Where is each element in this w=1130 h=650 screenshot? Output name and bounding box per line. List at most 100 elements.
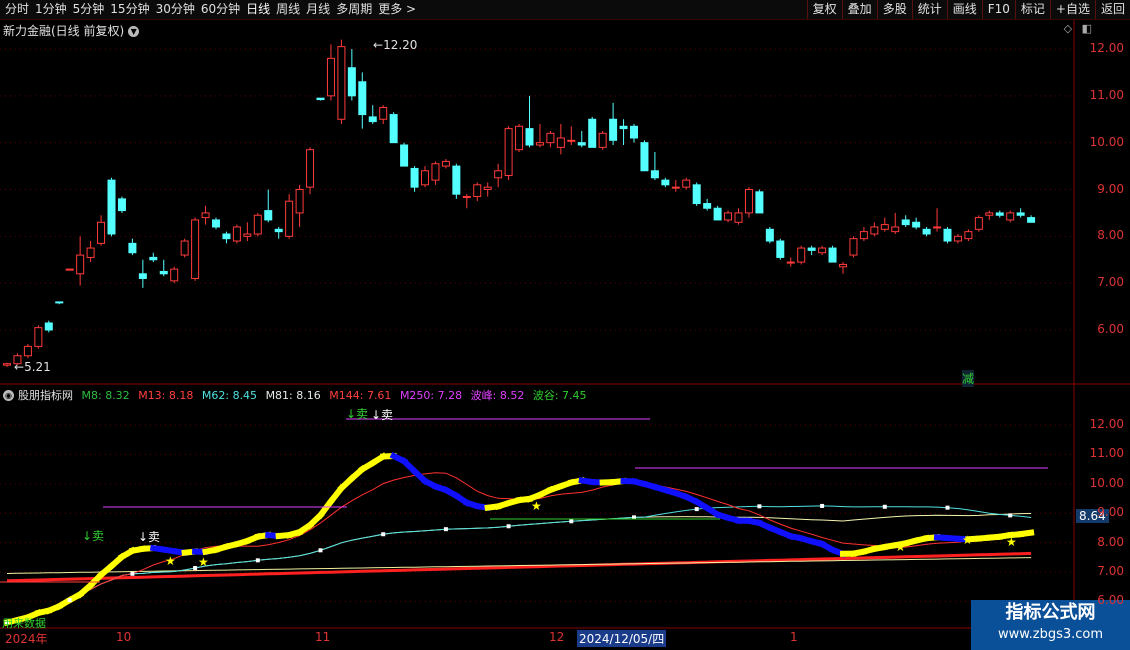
candle-body bbox=[452, 165, 461, 195]
candle-body bbox=[661, 179, 670, 186]
candle-body bbox=[494, 170, 503, 179]
kline-chart[interactable]: ★ ★ ★ ★ ★ ★ bbox=[0, 0, 1130, 650]
candle-body bbox=[619, 125, 628, 130]
candle-body bbox=[180, 240, 189, 256]
candle-body bbox=[870, 226, 879, 235]
candle-body bbox=[379, 107, 388, 120]
ma62-marker bbox=[569, 519, 574, 524]
buy-star-icon: ★ bbox=[895, 540, 906, 554]
candle-body bbox=[692, 184, 701, 205]
candle-body bbox=[326, 57, 335, 97]
candle-body bbox=[880, 224, 889, 230]
date-label-oct: 10 bbox=[116, 630, 132, 644]
ma62-marker bbox=[1008, 513, 1013, 518]
bottom-note: 用来数据 bbox=[2, 617, 46, 630]
legend-m144: M144: 7.61 bbox=[329, 389, 392, 402]
candle-body bbox=[713, 207, 722, 221]
price-tick-label: 10.00 bbox=[1089, 134, 1124, 149]
ma62-marker bbox=[882, 504, 887, 509]
candle-body bbox=[765, 228, 774, 242]
candle-body bbox=[943, 228, 952, 242]
price-tick-label: 7.00 bbox=[1097, 275, 1124, 290]
candle-body bbox=[786, 261, 795, 264]
candle-body bbox=[630, 125, 638, 139]
candle-body bbox=[107, 179, 116, 235]
ma62-marker bbox=[67, 598, 72, 603]
candle-body bbox=[34, 327, 43, 347]
candle-body bbox=[891, 226, 900, 233]
candle-body bbox=[389, 114, 398, 144]
ma62-marker bbox=[443, 527, 448, 532]
candle-body bbox=[588, 118, 597, 148]
ma62-marker bbox=[757, 504, 762, 509]
candle-body bbox=[306, 149, 315, 188]
settings-icon[interactable]: ◉ bbox=[3, 390, 14, 401]
candle-body bbox=[86, 247, 95, 258]
candle-body bbox=[117, 198, 126, 212]
price-tick-label: 9.00 bbox=[1097, 505, 1124, 520]
candle-body bbox=[253, 214, 262, 235]
legend-m13: M13: 8.18 bbox=[138, 389, 194, 402]
candle-body bbox=[285, 200, 294, 237]
candle-body bbox=[577, 142, 586, 146]
candle-body bbox=[1027, 217, 1036, 223]
candle-body bbox=[400, 144, 409, 167]
candle-body bbox=[410, 167, 419, 188]
buy-star-icon: ★ bbox=[165, 554, 176, 568]
candle-body bbox=[744, 189, 753, 214]
candle-body bbox=[441, 160, 450, 167]
legend-m250: M250: 7.28 bbox=[399, 389, 463, 402]
candle-body bbox=[964, 231, 973, 240]
price-tick-label: 11.00 bbox=[1089, 87, 1124, 102]
date-label-nov: 11 bbox=[315, 630, 331, 644]
high-price-value: 12.20 bbox=[383, 38, 418, 52]
ma250-line bbox=[6, 557, 1032, 574]
sell-signal-3: ↓卖 bbox=[82, 529, 105, 543]
candle-body bbox=[912, 221, 921, 228]
window-icon[interactable]: ◧ bbox=[1082, 22, 1092, 35]
price-tick-label: 9.00 bbox=[1097, 181, 1124, 196]
high-price-label: ←12.20 bbox=[373, 38, 418, 52]
candle-body bbox=[640, 142, 649, 172]
candle-body bbox=[201, 212, 210, 219]
candle-body bbox=[650, 170, 659, 179]
candle-body bbox=[97, 221, 106, 244]
candle-body bbox=[682, 179, 691, 188]
candle-body bbox=[55, 301, 64, 304]
candle-body bbox=[23, 345, 32, 357]
main-chart-title: 新力金融(日线 前复权) ▼ bbox=[3, 22, 140, 39]
indicator-name[interactable]: 股朋指标网 bbox=[18, 389, 73, 402]
candle-body bbox=[295, 189, 304, 214]
candle-body bbox=[901, 219, 910, 226]
candle-body bbox=[149, 256, 158, 261]
candle-body bbox=[818, 247, 827, 254]
legend-trough: 波谷: 7.45 bbox=[532, 389, 587, 402]
legend-m81: M81: 8.16 bbox=[265, 389, 321, 402]
sell-signal-4: ↓卖 bbox=[138, 530, 161, 544]
candle-body bbox=[985, 212, 994, 216]
stock-title[interactable]: 新力金融(日线 前复权) bbox=[3, 24, 124, 38]
low-price-value: 5.21 bbox=[24, 360, 51, 374]
price-tick-label: 11.00 bbox=[1089, 446, 1124, 461]
date-label-2024: 2024年 bbox=[5, 632, 48, 646]
candle-body bbox=[222, 233, 231, 240]
sell-signal-2: ↓卖 bbox=[371, 408, 394, 422]
candle-body bbox=[807, 247, 816, 251]
diamond-icon[interactable]: ◇ bbox=[1064, 22, 1072, 35]
candle-body bbox=[504, 128, 513, 176]
candle-body bbox=[243, 233, 252, 237]
chevron-down-icon[interactable]: ▼ bbox=[128, 26, 140, 37]
candle-body bbox=[849, 238, 858, 256]
candle-body bbox=[76, 254, 85, 275]
candle-body bbox=[933, 226, 942, 229]
candle-body bbox=[724, 212, 733, 221]
candle-body bbox=[556, 137, 565, 148]
candle-body bbox=[128, 242, 137, 254]
candle-body bbox=[431, 163, 440, 181]
candle-body bbox=[347, 67, 356, 97]
ma62-line bbox=[6, 505, 1032, 624]
ma62-marker bbox=[694, 507, 699, 512]
price-tick-label: 12.00 bbox=[1089, 41, 1124, 55]
buy-star-icon: ★ bbox=[962, 533, 973, 547]
ma62-marker bbox=[255, 558, 260, 563]
